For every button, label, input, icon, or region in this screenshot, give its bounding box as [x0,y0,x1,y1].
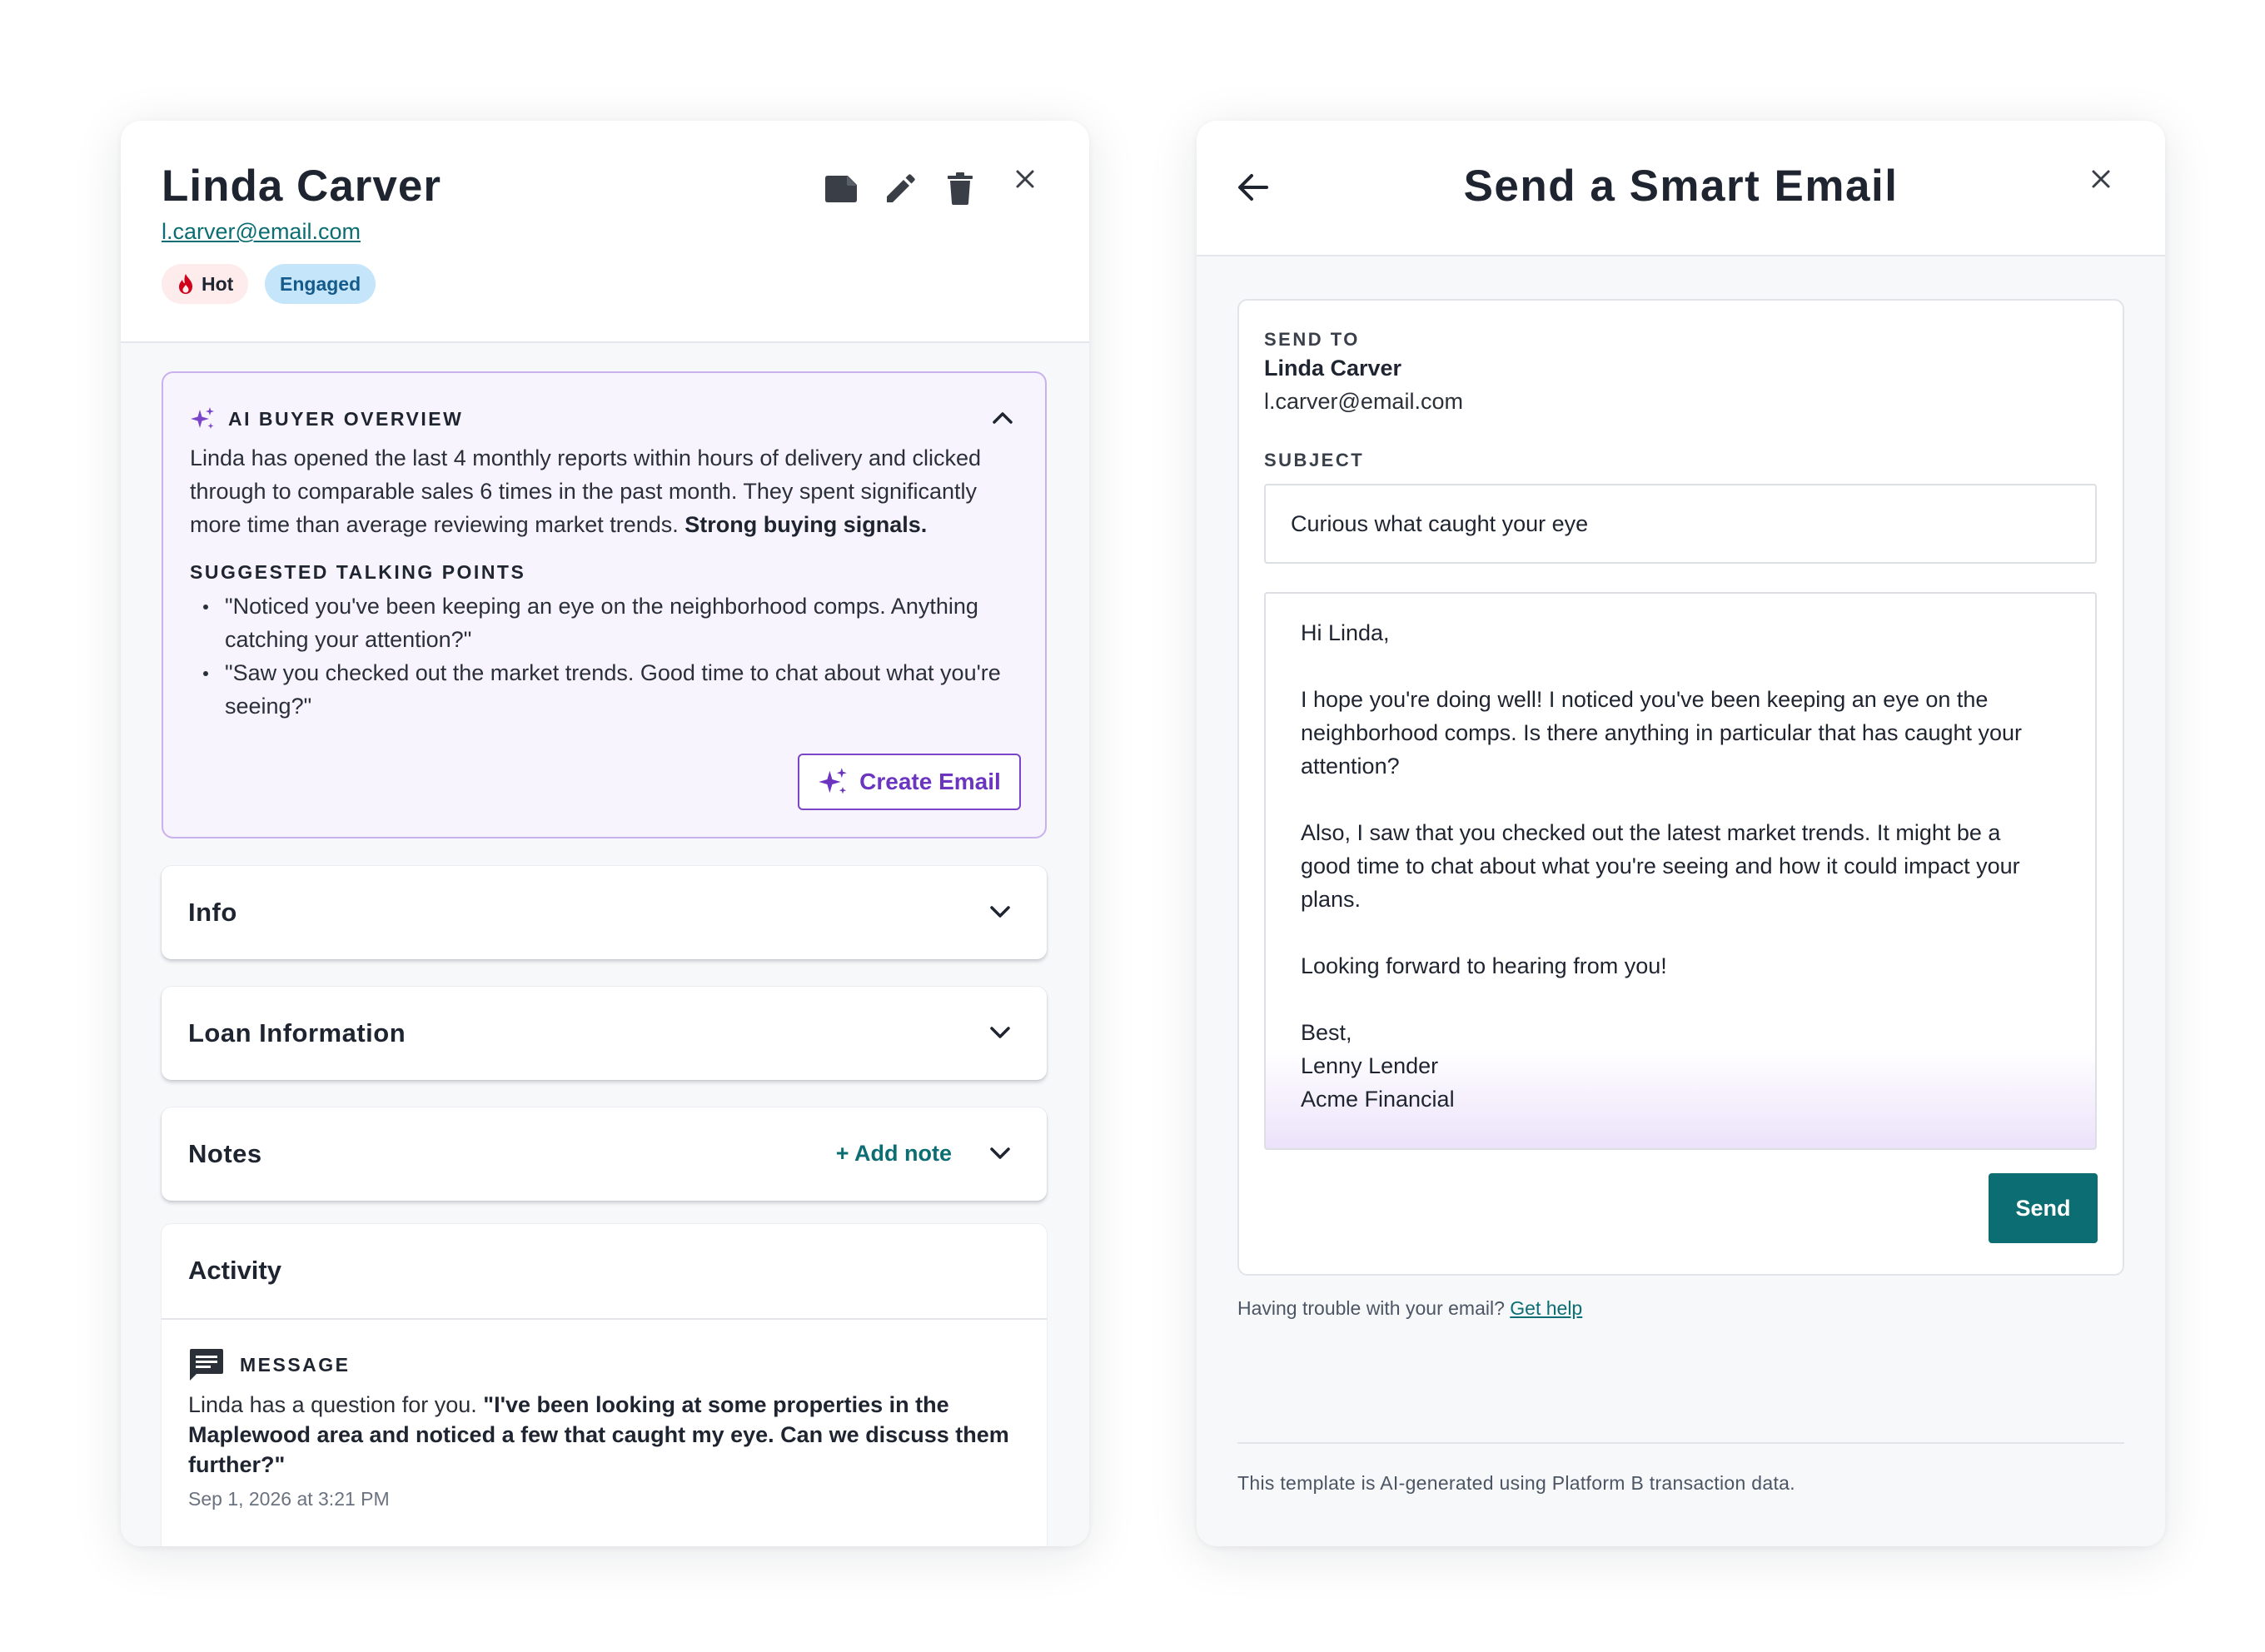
recipient-email: l.carver@email.com [1264,389,1463,414]
body-line: I hope you're doing well! I noticed you'… [1301,687,1989,712]
body-line: Looking forward to hearing from you! [1301,953,1667,978]
pencil-icon[interactable] [882,171,918,207]
body-line: Hi Linda, [1301,620,1390,645]
talking-point: "Noticed you've been keeping an eye on t… [190,590,1023,656]
ai-signal-text: Strong buying signals. [684,512,928,537]
email-form-card: SEND TO Linda Carver l.carver@email.com … [1237,299,2124,1276]
chevron-down-icon[interactable] [988,1146,1012,1161]
body-line: good time to chat about what you're seei… [1301,853,2020,878]
body-line: plans. [1301,887,1361,912]
notes-section-title: Notes [188,1139,262,1168]
body-line: attention? [1301,754,1400,779]
message-timestamp: Sep 1, 2026 at 3:21 PM [188,1488,390,1510]
close-icon[interactable] [1011,165,1039,193]
activity-title: Activity [188,1256,281,1285]
ai-overview-summary: Linda has opened the last 4 monthly repo… [190,441,1023,541]
message-intro: Linda has a question for you. [188,1392,477,1417]
ai-buyer-overview-card: AI BUYER OVERVIEW Linda has opened the l… [162,371,1047,838]
hot-badge: Hot [162,264,249,304]
info-section[interactable]: Info [162,866,1047,959]
activity-section: Activity MESSAGE Linda has a question fo… [162,1224,1047,1546]
hot-badge-label: Hot [202,272,234,295]
loan-section-title: Loan Information [188,1018,406,1047]
create-email-button[interactable]: Create Email [798,754,1021,810]
ai-overview-title: AI BUYER OVERVIEW [228,407,464,430]
chevron-up-icon[interactable] [990,410,1015,426]
smart-email-header: Send a Smart Email [1197,121,2165,256]
sparkle-icon [191,407,214,429]
sparkle-icon [819,768,847,794]
message-text: Linda has a question for you. "I've been… [188,1390,1021,1480]
ai-overview-header: AI BUYER OVERVIEW [190,406,463,431]
close-icon[interactable] [2087,165,2115,193]
body-line: Best, [1301,1020,1352,1045]
notes-section[interactable]: Notes + Add note [162,1107,1047,1201]
body-line: Lenny Lender [1301,1053,1439,1078]
folder-icon[interactable] [823,171,859,207]
recipient-name: Linda Carver [1264,356,1402,381]
ai-template-footnote: This template is AI-generated using Plat… [1237,1472,1795,1494]
trash-icon[interactable] [942,171,978,207]
talking-points-title: SUGGESTED TALKING POINTS [190,561,526,583]
body-line: neighborhood comps. Is there anything in… [1301,720,2023,745]
help-text: Having trouble with your email? Get help [1237,1297,1582,1320]
contact-header: Linda Carver l.carver@email.com Hot Enga… [121,121,1089,343]
send-to-label: SEND TO [1264,329,1360,350]
create-email-label: Create Email [859,769,1001,794]
body-line: Acme Financial [1301,1087,1455,1112]
info-section-title: Info [188,898,237,927]
smart-email-title: Send a Smart Email [1463,162,1899,211]
message-label: MESSAGE [240,1353,351,1376]
body-line: Also, I saw that you checked out the lat… [1301,820,2001,845]
divider [162,1318,1047,1320]
smart-email-panel: Send a Smart Email SEND TO Linda Carver … [1197,121,2165,1546]
loan-information-section[interactable]: Loan Information [162,987,1047,1080]
chevron-down-icon[interactable] [988,904,1012,919]
flame-icon [179,274,192,294]
chat-message-icon [190,1349,223,1381]
email-body-editor[interactable]: Hi Linda, I hope you're doing well! I no… [1264,592,2097,1150]
talking-point: "Saw you checked out the market trends. … [190,656,1023,723]
divider [1237,1442,2124,1444]
subject-input[interactable] [1264,484,2097,564]
contact-email-link[interactable]: l.carver@email.com [162,219,361,245]
engaged-badge: Engaged [265,264,376,304]
get-help-link[interactable]: Get help [1510,1297,1582,1319]
send-button[interactable]: Send [1989,1173,2098,1243]
chevron-down-icon[interactable] [988,1025,1012,1040]
trouble-text: Having trouble with your email? [1237,1297,1505,1319]
add-note-link[interactable]: + Add note [836,1141,952,1167]
message-header: MESSAGE [188,1347,351,1382]
talking-points-list: "Noticed you've been keeping an eye on t… [190,590,1023,723]
contact-panel: Linda Carver l.carver@email.com Hot Enga… [121,121,1089,1546]
contact-name: Linda Carver [162,162,442,211]
subject-label: SUBJECT [1264,450,1365,470]
